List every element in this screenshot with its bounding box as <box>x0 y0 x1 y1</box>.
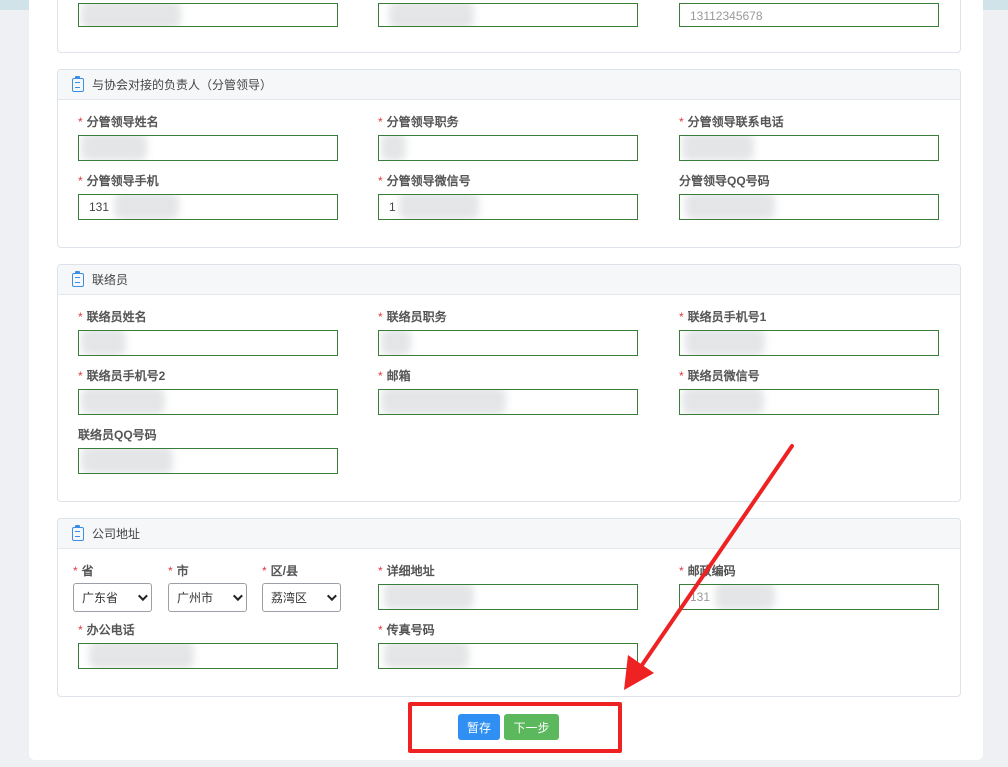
annotation-arrow <box>624 444 794 690</box>
